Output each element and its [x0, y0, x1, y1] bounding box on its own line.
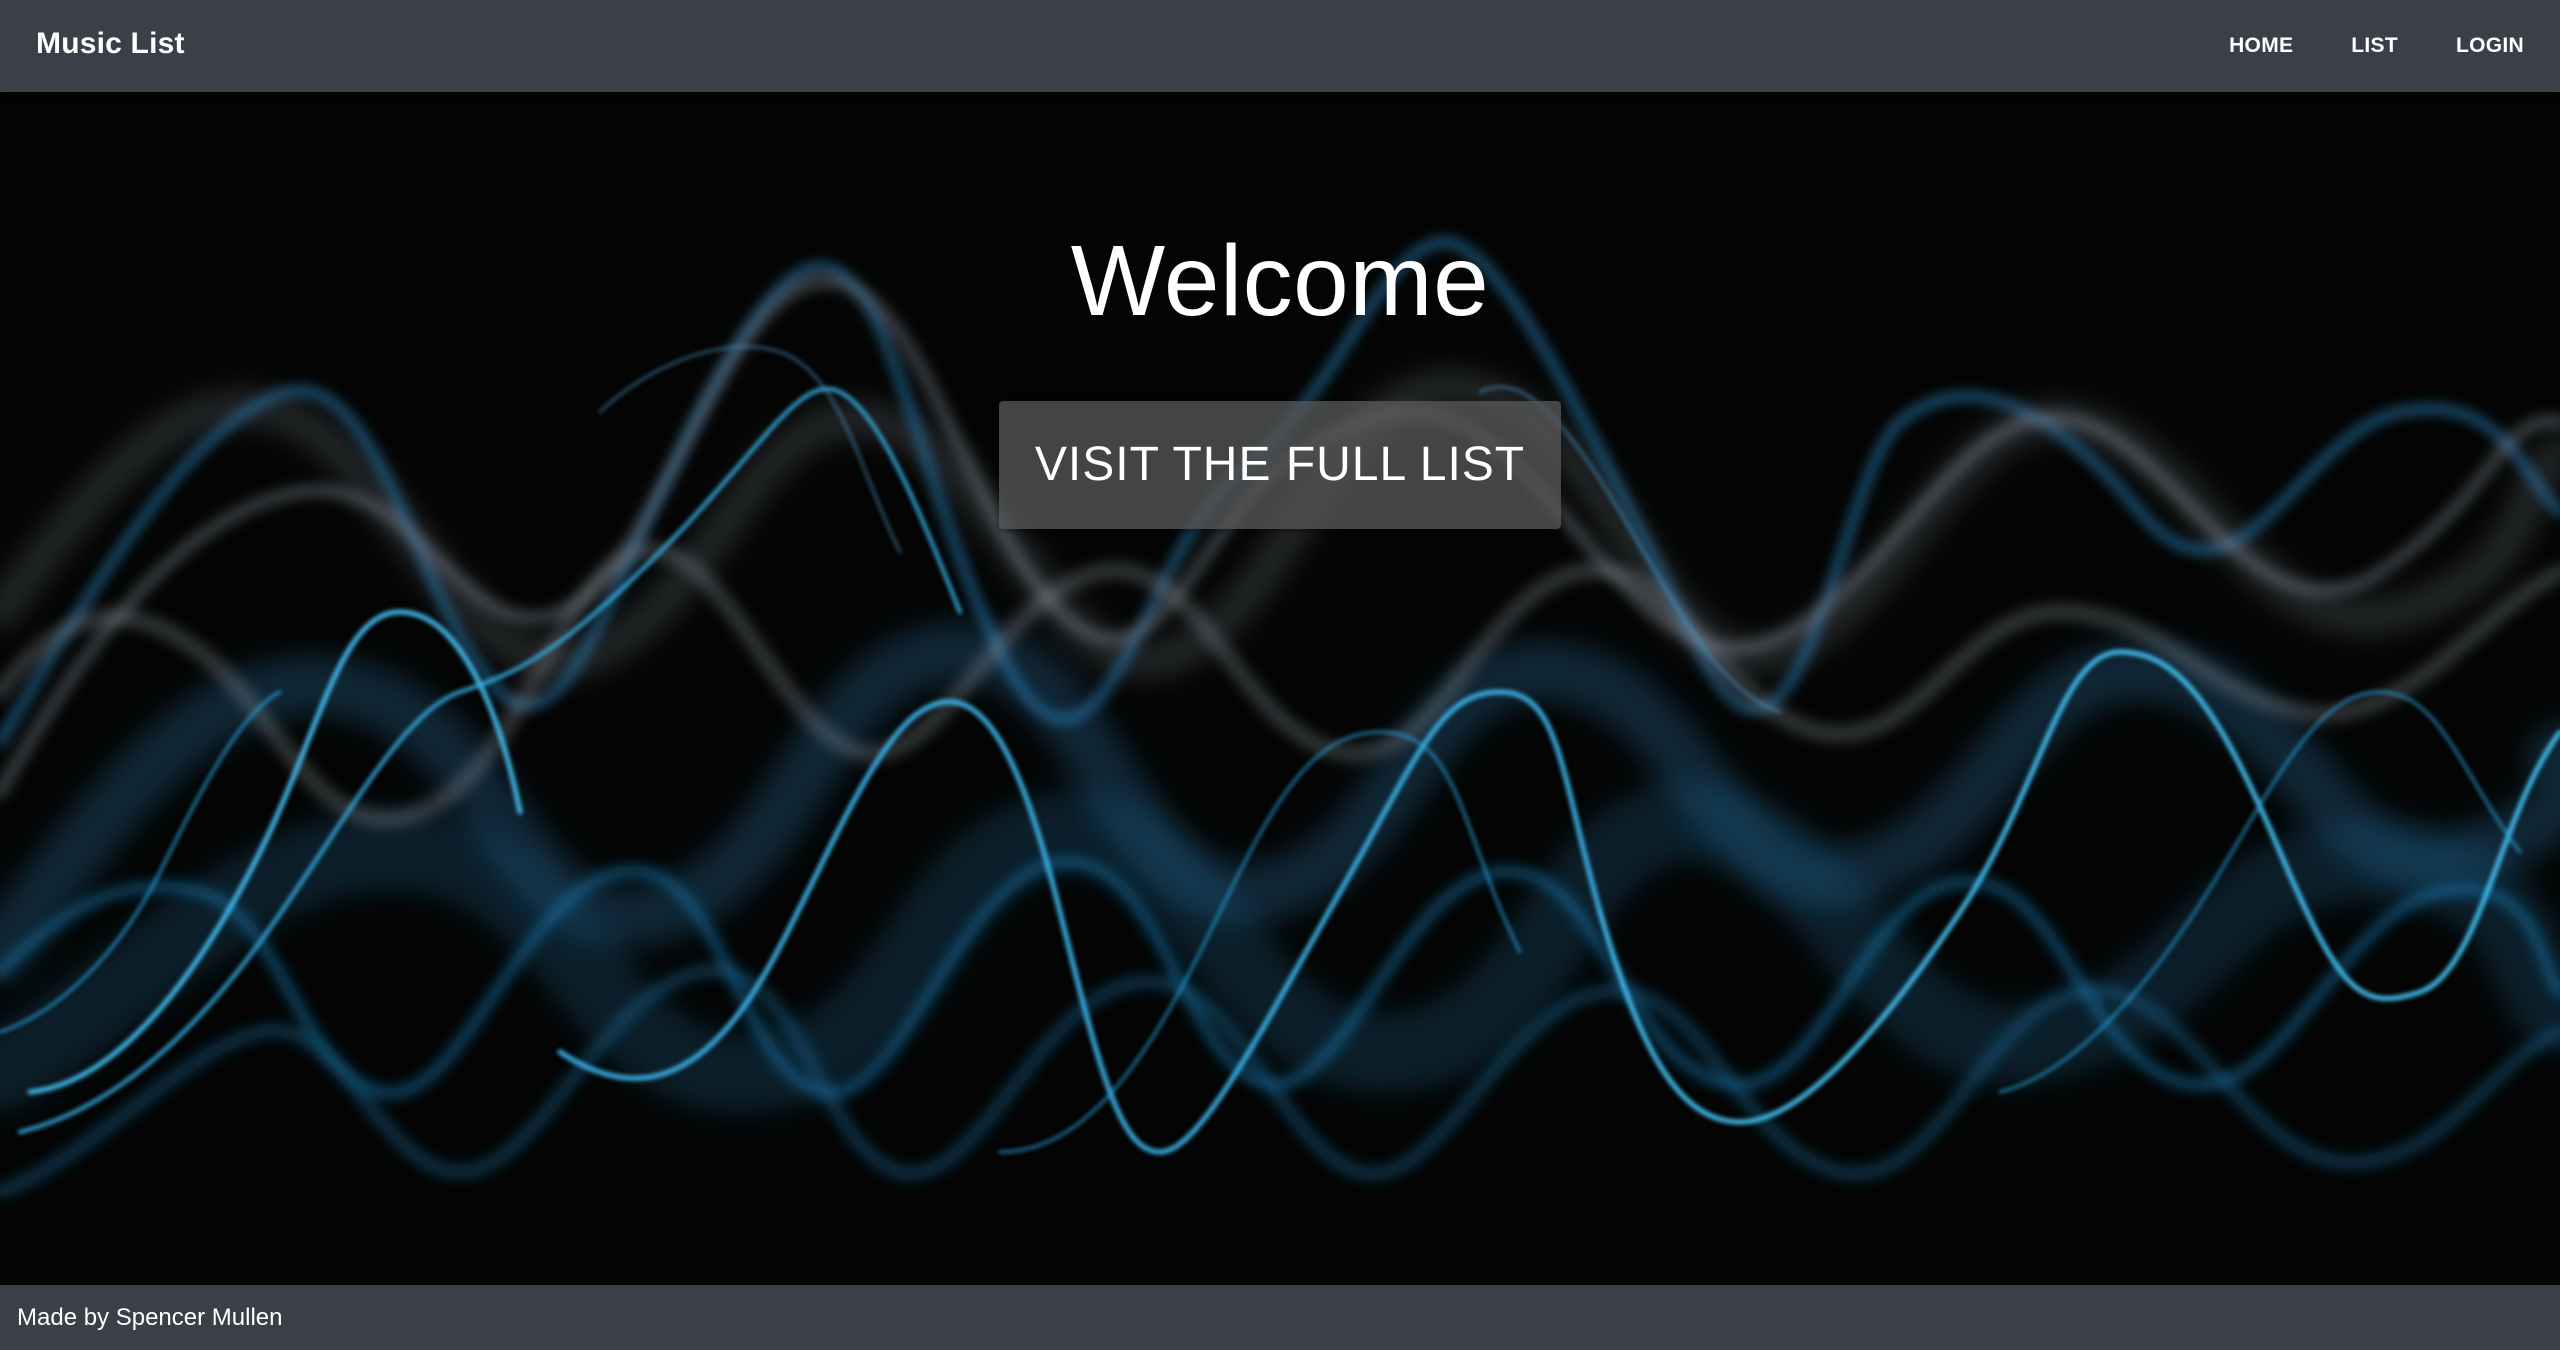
hero-section: Welcome VISIT THE FULL LIST: [0, 92, 2560, 1285]
hero-title: Welcome: [1070, 225, 1490, 337]
footer: Made by Spencer Mullen: [0, 1285, 2560, 1350]
nav-login-link[interactable]: LOGIN: [2456, 34, 2524, 58]
visit-full-list-button[interactable]: VISIT THE FULL LIST: [999, 401, 1561, 529]
nav-home-link[interactable]: HOME: [2229, 34, 2293, 58]
nav-list-link[interactable]: LIST: [2351, 34, 2398, 58]
page: Music List HOME LIST LOGIN Welcome VISIT…: [0, 0, 2560, 1350]
brand-link[interactable]: Music List: [36, 0, 185, 92]
nav-links: HOME LIST LOGIN: [2171, 0, 2524, 92]
navbar: Music List HOME LIST LOGIN: [0, 0, 2560, 92]
footer-credit: Made by Spencer Mullen: [17, 1304, 283, 1331]
